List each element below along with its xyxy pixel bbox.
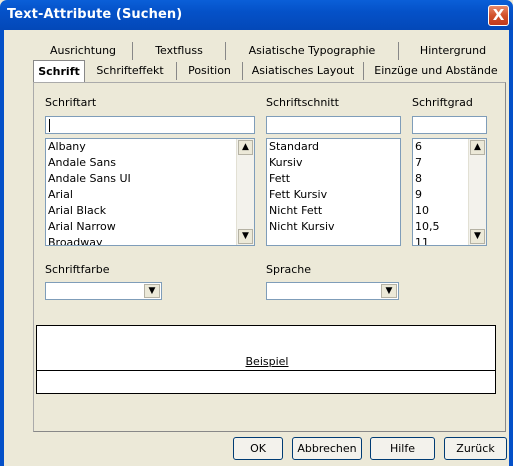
list-item[interactable]: Nicht Kursiv	[267, 219, 400, 235]
tab-textfluss[interactable]: Textfluss	[133, 42, 226, 60]
text-cursor	[49, 119, 50, 132]
scroll-up-icon[interactable]: ▲	[238, 140, 253, 155]
scroll-down-icon[interactable]: ▼	[238, 229, 253, 244]
window-frame-left	[0, 30, 4, 466]
font-list-scrollbar[interactable]: ▲ ▼	[236, 139, 254, 245]
tab-position[interactable]: Position	[177, 62, 243, 80]
window-frame-right	[509, 30, 513, 466]
chevron-down-icon[interactable]: ▼	[381, 284, 397, 298]
list-item[interactable]: Andale Sans	[46, 155, 254, 171]
sprache-select[interactable]: ▼	[266, 282, 399, 300]
schriftschnitt-input[interactable]	[266, 116, 401, 134]
list-item[interactable]: Albany	[46, 139, 254, 155]
chevron-down-icon[interactable]: ▼	[144, 284, 160, 298]
list-item[interactable]: Arial Narrow	[46, 219, 254, 235]
list-item[interactable]: Standard	[267, 139, 400, 155]
size-list[interactable]: 6 7 8 9 10 10,5 11 ▲ ▼	[412, 138, 487, 246]
scroll-down-icon[interactable]: ▼	[470, 229, 485, 244]
close-icon: X	[492, 6, 505, 24]
cancel-button[interactable]: Abbrechen	[292, 437, 362, 460]
sprache-label: Sprache	[266, 263, 312, 276]
schriftart-input[interactable]	[45, 116, 255, 134]
schriftgrad-input[interactable]	[412, 116, 487, 134]
list-item[interactable]: Arial Black	[46, 203, 254, 219]
style-list[interactable]: Standard Kursiv Fett Fett Kursiv Nicht F…	[266, 138, 401, 246]
list-item[interactable]: Nicht Fett	[267, 203, 400, 219]
tab-asiatische-typographie[interactable]: Asiatische Typographie	[226, 42, 399, 60]
list-item[interactable]: Andale Sans UI	[46, 171, 254, 187]
preview-box: Beispiel	[36, 325, 496, 394]
tab-hintergrund[interactable]: Hintergrund	[399, 42, 507, 60]
tab-ausrichtung[interactable]: Ausrichtung	[34, 42, 133, 60]
schriftart-label: Schriftart	[45, 96, 97, 109]
list-item[interactable]: Broadway	[46, 235, 254, 245]
font-list[interactable]: Albany Andale Sans Andale Sans UI Arial …	[45, 138, 255, 246]
list-item[interactable]: Kursiv	[267, 155, 400, 171]
tab-schrift[interactable]: Schrift	[33, 60, 85, 82]
schriftschnitt-label: Schriftschnitt	[266, 96, 339, 109]
tab-asiatisches-layout[interactable]: Asiatisches Layout	[243, 62, 364, 80]
schriftfarbe-label: Schriftfarbe	[45, 263, 110, 276]
list-item[interactable]: Arial	[46, 187, 254, 203]
help-button[interactable]: Hilfe	[370, 437, 435, 460]
schriftgrad-label: Schriftgrad	[412, 96, 473, 109]
close-button[interactable]: X	[488, 5, 509, 26]
ok-button[interactable]: OK	[233, 437, 283, 460]
title-bar[interactable]: Text-Attribute (Suchen) X	[0, 0, 513, 30]
list-item[interactable]: Fett	[267, 171, 400, 187]
list-item[interactable]: Fett Kursiv	[267, 187, 400, 203]
tab-einzuege-und-abstaende[interactable]: Einzüge und Abstände	[364, 62, 508, 80]
preview-baseline	[37, 370, 495, 371]
size-list-scrollbar[interactable]: ▲ ▼	[468, 139, 486, 245]
preview-text: Beispiel	[245, 355, 289, 368]
back-button[interactable]: Zurück	[444, 437, 507, 460]
schriftfarbe-select[interactable]: ▼	[45, 282, 162, 300]
scroll-up-icon[interactable]: ▲	[470, 140, 485, 155]
tab-schrifteffekt[interactable]: Schrifteffekt	[84, 62, 177, 80]
window-title: Text-Attribute (Suchen)	[7, 7, 183, 22]
